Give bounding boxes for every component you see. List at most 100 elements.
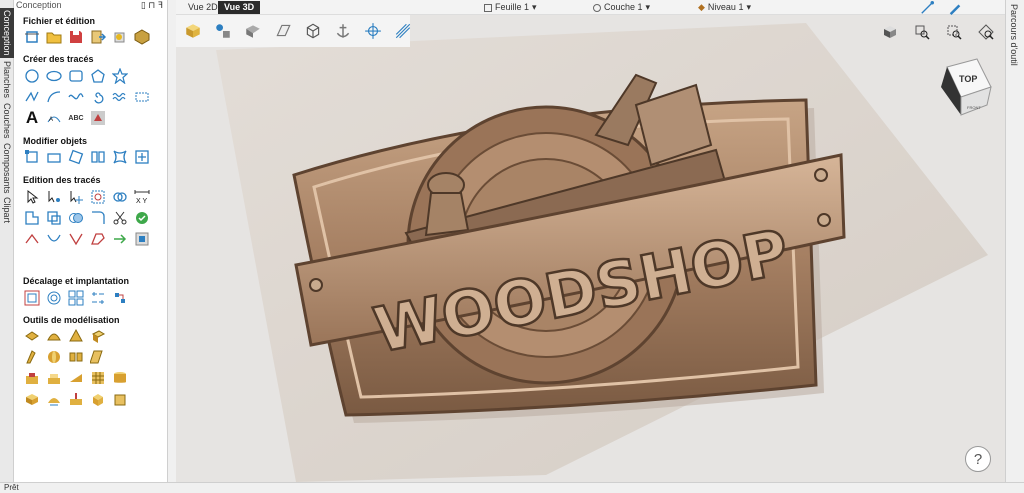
node-edit-icon[interactable] xyxy=(45,188,63,206)
tab-couches[interactable]: Couches xyxy=(0,102,14,140)
panel-pin-controls[interactable]: ▯ ⊓ ꟻ xyxy=(141,0,163,11)
two-rail-icon[interactable] xyxy=(67,348,85,366)
new-document-icon[interactable] xyxy=(23,28,41,46)
cube-view-icon[interactable] xyxy=(304,22,322,40)
merge-icon[interactable] xyxy=(23,390,41,408)
bitmap-trace-icon[interactable] xyxy=(89,109,107,127)
render-icon[interactable] xyxy=(244,22,262,40)
circle-icon[interactable] xyxy=(23,67,41,85)
zoom-in-icon[interactable] xyxy=(913,23,931,41)
rectangle-icon[interactable] xyxy=(67,67,85,85)
spiral-icon[interactable] xyxy=(89,88,107,106)
component-icon[interactable] xyxy=(133,28,151,46)
text-on-curve-icon[interactable]: A xyxy=(45,109,63,127)
dome-icon[interactable] xyxy=(45,327,63,345)
tab-toolpaths[interactable]: Parcours d'outil xyxy=(1009,4,1019,66)
plane-view-icon[interactable] xyxy=(274,22,292,40)
wave-icon[interactable] xyxy=(111,88,129,106)
save-icon[interactable] xyxy=(67,28,85,46)
fillet-icon[interactable] xyxy=(89,209,107,227)
array-object-icon[interactable] xyxy=(133,148,151,166)
extrude-icon[interactable] xyxy=(89,327,107,345)
section-offset-layout: Décalage et implantation xyxy=(23,276,130,286)
curve-icon[interactable] xyxy=(67,88,85,106)
bake-model-icon[interactable] xyxy=(111,390,129,408)
dimension-icon[interactable] xyxy=(133,88,151,106)
anchor-icon[interactable] xyxy=(334,22,352,40)
3d-viewport[interactable]: WOODSHOP TOP FRONT ? xyxy=(176,15,1005,482)
subtract-icon[interactable] xyxy=(45,209,63,227)
view-3d-button[interactable]: Vue 3D xyxy=(218,1,261,14)
weld-icon[interactable] xyxy=(111,188,129,206)
extend-icon[interactable] xyxy=(111,230,129,248)
auto-layout-icon[interactable] xyxy=(111,289,129,307)
scale-object-icon[interactable] xyxy=(45,148,63,166)
xy-align-icon[interactable]: X Y xyxy=(133,188,151,206)
view-tools xyxy=(881,15,1005,41)
bitmap-icon[interactable] xyxy=(133,230,151,248)
pyramid-icon[interactable] xyxy=(67,327,85,345)
snap-point-icon[interactable] xyxy=(364,22,382,40)
smooth-icon[interactable] xyxy=(89,230,107,248)
tab-planches[interactable]: Planches xyxy=(0,60,14,100)
intersect-icon[interactable] xyxy=(67,209,85,227)
skew-icon[interactable] xyxy=(89,348,107,366)
sculpt-icon[interactable] xyxy=(23,369,41,387)
stack-icon[interactable] xyxy=(111,369,129,387)
view-cube-icon[interactable] xyxy=(881,23,899,41)
navigation-cube[interactable]: TOP FRONT xyxy=(937,57,993,117)
node-snap-icon[interactable] xyxy=(920,1,934,15)
layer-selector[interactable]: Couche 1 ▾ xyxy=(593,1,650,14)
array-copy-icon[interactable] xyxy=(67,289,85,307)
help-button[interactable]: ? xyxy=(965,446,991,472)
slice-icon[interactable] xyxy=(67,390,85,408)
arc-icon[interactable] xyxy=(45,88,63,106)
open-folder-icon[interactable] xyxy=(45,28,63,46)
distort-object-icon[interactable] xyxy=(111,148,129,166)
offset-icon[interactable] xyxy=(23,289,41,307)
zoom-extents-icon[interactable] xyxy=(945,23,963,41)
chevron-down-icon: ▾ xyxy=(746,2,751,12)
flip-model-icon[interactable] xyxy=(45,390,63,408)
star-icon[interactable] xyxy=(111,67,129,85)
shape-editor-icon[interactable] xyxy=(23,327,41,345)
scissors-icon[interactable] xyxy=(111,209,129,227)
hatch-icon[interactable] xyxy=(394,22,412,40)
nesting-icon[interactable] xyxy=(45,289,63,307)
model-shapes-icon[interactable] xyxy=(214,22,232,40)
zoom-window-icon[interactable] xyxy=(977,23,995,41)
level-selector[interactable]: ◆ Niveau 1 ▾ xyxy=(698,1,751,14)
chamfer-icon[interactable] xyxy=(23,230,41,248)
polyline-icon[interactable] xyxy=(23,88,41,106)
text-abc-icon[interactable]: ABC xyxy=(67,109,85,127)
trim-icon[interactable] xyxy=(89,188,107,206)
select-pointer-icon[interactable] xyxy=(23,188,41,206)
import-icon[interactable] xyxy=(89,28,107,46)
transform-pointer-icon[interactable] xyxy=(67,188,85,206)
curve-fit-icon[interactable] xyxy=(45,230,63,248)
import-model-icon[interactable] xyxy=(111,28,129,46)
draw-vector-icon[interactable] xyxy=(948,1,962,15)
polygon-icon[interactable] xyxy=(89,67,107,85)
mould-icon[interactable] xyxy=(45,369,63,387)
rotate-object-icon[interactable] xyxy=(67,148,85,166)
texture-icon[interactable] xyxy=(89,369,107,387)
ellipse-icon[interactable] xyxy=(45,67,63,85)
fade-icon[interactable] xyxy=(67,369,85,387)
tab-composants[interactable]: Composants xyxy=(0,142,14,194)
mirror-object-icon[interactable] xyxy=(89,148,107,166)
text-tool-icon[interactable]: A xyxy=(23,108,41,127)
weld-model-icon[interactable] xyxy=(89,390,107,408)
move-object-icon[interactable] xyxy=(23,148,41,166)
sweep-icon[interactable] xyxy=(23,348,41,366)
join-icon[interactable] xyxy=(23,209,41,227)
revolve-icon[interactable] xyxy=(45,348,63,366)
status-bar: Prêt xyxy=(0,482,1024,493)
sheet-selector[interactable]: Feuille 1 ▾ xyxy=(484,1,537,14)
tab-clipart[interactable]: Clipart xyxy=(0,196,14,224)
v-shape-icon[interactable] xyxy=(67,230,85,248)
tab-conception[interactable]: Conception xyxy=(0,8,14,58)
validate-icon[interactable] xyxy=(133,209,151,227)
layout-icon[interactable] xyxy=(89,289,107,307)
shaded-material-icon[interactable] xyxy=(184,22,202,40)
